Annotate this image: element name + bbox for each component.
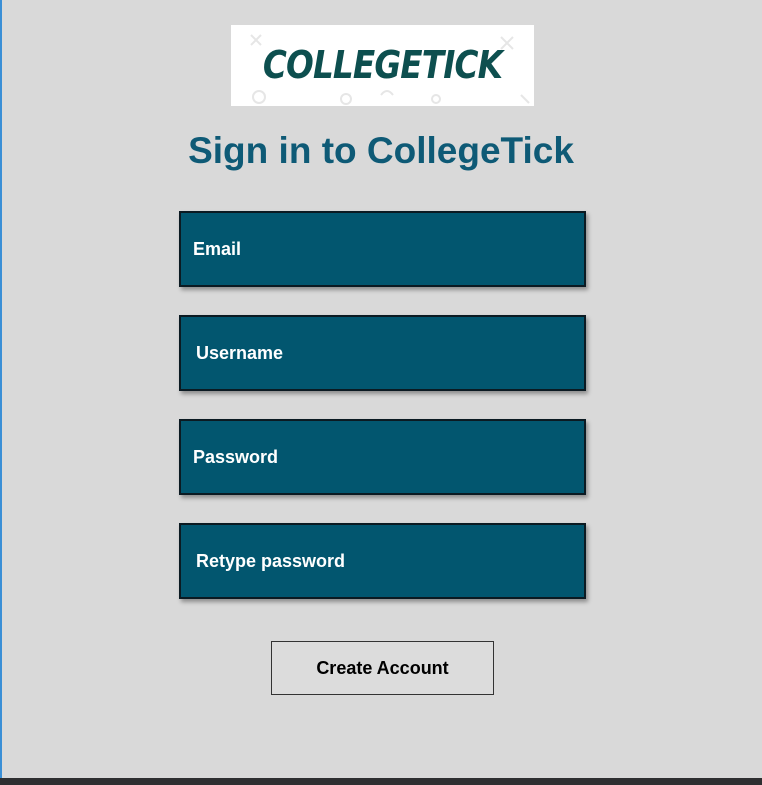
collegetick-logo: COLLEGETICK [231,25,534,106]
retype-password-field[interactable] [179,523,586,599]
page-title: Sign in to CollegeTick [188,130,574,171]
username-input[interactable] [181,317,584,389]
email-input[interactable] [181,213,584,285]
logo-wordmark: COLLEGETICK [262,43,503,87]
window-left-edge [0,0,2,778]
username-field[interactable] [179,315,586,391]
password-input[interactable] [181,421,584,493]
email-field[interactable] [179,211,586,287]
window-bottom-bar [0,778,762,785]
create-account-button[interactable]: Create Account [271,641,494,695]
password-field[interactable] [179,419,586,495]
retype-password-input[interactable] [181,525,584,597]
